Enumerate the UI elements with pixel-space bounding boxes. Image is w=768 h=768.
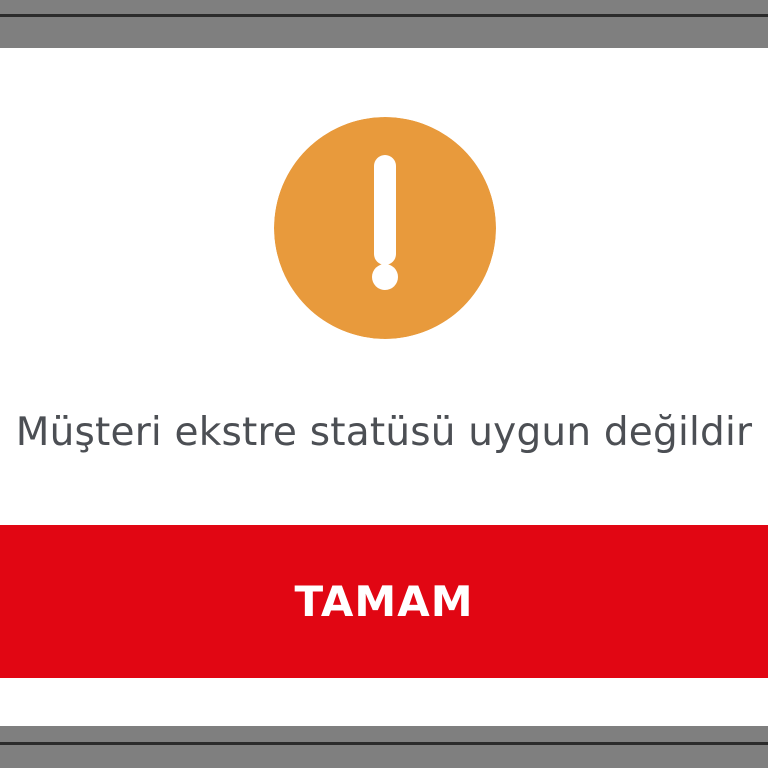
ok-button-label: TAMAM — [294, 577, 474, 626]
backdrop-bottom-divider — [0, 742, 768, 745]
exclamation-warning-icon — [274, 117, 496, 339]
backdrop-top-divider — [0, 14, 768, 17]
screen: Müşteri ekstre statüsü uygun değildir TA… — [0, 0, 768, 768]
ok-button[interactable]: TAMAM — [0, 525, 768, 678]
alert-dialog: Müşteri ekstre statüsü uygun değildir TA… — [0, 48, 768, 726]
dialog-message: Müşteri ekstre statüsü uygun değildir — [15, 410, 753, 455]
